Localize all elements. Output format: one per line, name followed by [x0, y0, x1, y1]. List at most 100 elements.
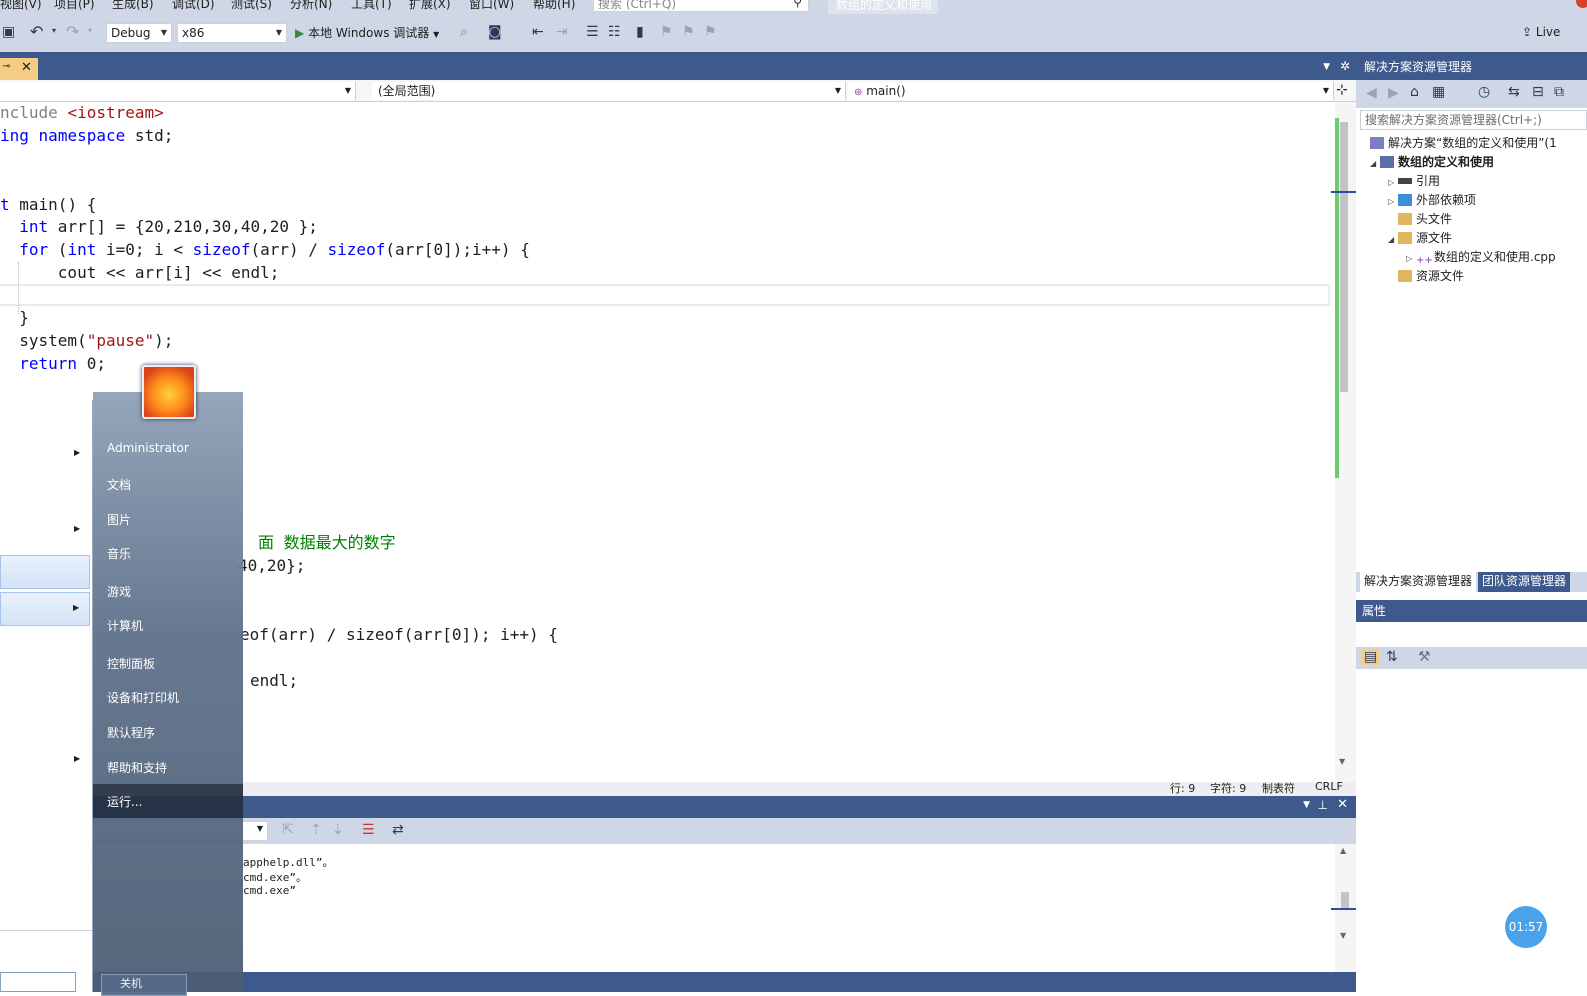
code-line: for (int i=0; i < sizeof(arr) / sizeof(a…	[19, 240, 530, 259]
code-line: system("pause");	[0, 331, 174, 350]
wrench-icon[interactable]: ⚒	[1418, 649, 1431, 665]
tab-overflow-icon[interactable]: ▼	[1323, 62, 1330, 72]
document-tab[interactable]: ⊸ ✕	[0, 58, 38, 80]
output-scrollbar[interactable]: ▲ ▼	[1331, 844, 1356, 972]
step-over-icon[interactable]: ⇥	[556, 24, 568, 40]
start-item-documents[interactable]: 文档	[107, 476, 131, 493]
screenshot-icon[interactable]: ◙	[488, 24, 502, 40]
step-icon[interactable]: ⇤	[532, 24, 544, 40]
menu-tools[interactable]: 工具(T)	[351, 0, 392, 12]
config-select[interactable]: Debug ▼	[106, 23, 172, 43]
start-item-games[interactable]: 游戏	[107, 583, 131, 600]
close-icon[interactable]: ✕	[1337, 797, 1348, 812]
tab-team-explorer[interactable]: 团队资源管理器	[1478, 572, 1571, 592]
code-line: int arr[] = {20,210,30,40,20 };	[19, 217, 318, 236]
tabs-indicator[interactable]: 制表符	[1262, 780, 1295, 796]
word-wrap-icon[interactable]: ⇄	[392, 822, 404, 838]
menu-help[interactable]: 帮助(H)	[533, 0, 575, 12]
uncomment-icon[interactable]: ☷	[608, 24, 621, 40]
comment-icon[interactable]: ☰	[586, 24, 599, 40]
search-input[interactable]: 搜索 (Ctrl+Q) ⚲	[593, 0, 809, 12]
prev-message-icon[interactable]: ⇡	[310, 822, 322, 838]
menu-test[interactable]: 测试(S)	[231, 0, 272, 12]
start-item-help[interactable]: 帮助和支持	[107, 759, 167, 776]
tree-node-source-files[interactable]: ◢ 源文件	[1388, 229, 1452, 249]
start-item-control-panel[interactable]: 控制面板	[107, 655, 155, 672]
back-icon[interactable]: ◀	[1366, 85, 1377, 101]
tree-node-cpp-file[interactable]: ▷ ++数组的定义和使用.cpp	[1406, 248, 1556, 268]
shutdown-button[interactable]: 关机	[101, 974, 187, 996]
pin-icon[interactable]: ⊥	[1318, 798, 1328, 812]
switch-view-icon[interactable]: ▦	[1432, 84, 1445, 100]
sync-icon[interactable]: ⇆	[1508, 84, 1520, 100]
redo-icon[interactable]: ↷	[66, 22, 79, 41]
scroll-down-icon[interactable]: ▼	[1339, 757, 1345, 766]
start-item-default-programs[interactable]: 默认程序	[107, 724, 155, 741]
tab-solution-explorer[interactable]: 解决方案资源管理器	[1360, 572, 1477, 592]
undo-dropdown-icon[interactable]: ▾	[52, 26, 56, 35]
scope-select[interactable]: (全局范围) ▼	[372, 82, 846, 100]
clear-bookmark-icon[interactable]: ⚑	[704, 24, 717, 40]
tree-node-references[interactable]: ▷ 引用	[1388, 172, 1440, 192]
notification-icon[interactable]	[1576, 0, 1587, 8]
start-debug-button[interactable]: ▶ 本地 Windows 调试器 ▼	[295, 23, 439, 43]
find-message-icon[interactable]: ⇱	[282, 822, 294, 838]
pending-changes-icon[interactable]: ◷	[1478, 84, 1490, 100]
start-item-devices[interactable]: 设备和打印机	[107, 689, 179, 706]
scrollbar-thumb[interactable]	[1341, 892, 1349, 908]
tree-node-project[interactable]: ◢ 数组的定义和使用	[1370, 153, 1494, 173]
program-item-highlighted[interactable]: ▶	[0, 592, 90, 626]
scrollbar-thumb[interactable]	[1340, 122, 1348, 392]
alphabetical-icon[interactable]: ⇅	[1386, 649, 1398, 665]
scroll-down-icon[interactable]: ▼	[1340, 931, 1346, 940]
bookmark-icon[interactable]: ▮	[636, 24, 644, 40]
project-select[interactable]: ▼	[0, 82, 356, 100]
close-icon[interactable]: ✕	[21, 60, 32, 75]
user-avatar[interactable]	[142, 365, 196, 419]
prev-bookmark-icon[interactable]: ⚑	[660, 24, 673, 40]
pin-icon[interactable]: ⊸	[2, 61, 10, 72]
menu-analyze[interactable]: 分析(N)	[290, 0, 332, 12]
split-icon[interactable]: ⊹	[1336, 82, 1348, 98]
gear-icon[interactable]: ✲	[1340, 59, 1350, 73]
eol-indicator[interactable]: CRLF	[1315, 780, 1343, 793]
show-all-files-icon[interactable]: ⧉	[1554, 84, 1564, 100]
start-item-music[interactable]: 音乐	[107, 545, 131, 562]
tree-node-header-files[interactable]: 头文件	[1398, 210, 1452, 228]
collapse-all-icon[interactable]: ⊟	[1532, 84, 1544, 100]
undo-icon[interactable]: ↶	[30, 22, 43, 41]
next-message-icon[interactable]: ⇣	[332, 822, 344, 838]
start-user-name[interactable]: Administrator	[107, 441, 189, 455]
member-select[interactable]: ⊛ main() ▼	[848, 82, 1334, 100]
scroll-up-icon[interactable]: ▲	[1340, 846, 1346, 855]
menu-debug[interactable]: 调试(D)	[172, 0, 215, 12]
start-item-computer[interactable]: 计算机	[107, 617, 143, 634]
program-item-highlighted[interactable]	[0, 555, 90, 589]
menu-project[interactable]: 项目(P)	[54, 0, 95, 12]
dropdown-icon[interactable]: ▼	[1303, 800, 1310, 810]
timer-badge[interactable]: 01:57	[1505, 906, 1547, 948]
menu-extensions[interactable]: 扩展(X)	[409, 0, 451, 12]
categorized-icon[interactable]: ▤	[1362, 649, 1380, 665]
redo-dropdown-icon[interactable]: ▾	[88, 26, 92, 35]
live-share-button[interactable]: ⇪ Live	[1522, 25, 1560, 39]
start-search-input[interactable]	[0, 972, 76, 992]
save-all-icon[interactable]: ▣	[2, 24, 15, 40]
next-bookmark-icon[interactable]: ⚑	[682, 24, 695, 40]
start-item-run[interactable]: 运行...	[107, 793, 142, 810]
tree-node-solution[interactable]: 解决方案“数组的定义和使用”(1	[1370, 134, 1557, 152]
menu-build[interactable]: 生成(B)	[112, 0, 154, 12]
editor-scrollbar[interactable]: ▼	[1331, 102, 1356, 782]
solution-search-input[interactable]: 搜索解决方案资源管理器(Ctrl+;)	[1360, 110, 1587, 130]
start-item-pictures[interactable]: 图片	[107, 511, 131, 528]
home-icon[interactable]: ⌂	[1410, 84, 1419, 100]
menu-view[interactable]: 视图(V)	[0, 0, 42, 12]
menu-window[interactable]: 窗口(W)	[469, 0, 514, 12]
clear-all-icon[interactable]: ☰	[362, 822, 375, 838]
tree-node-resource-files[interactable]: 资源文件	[1398, 267, 1464, 285]
platform-select[interactable]: x86 ▼	[177, 23, 287, 43]
forward-icon[interactable]: ▶	[1388, 85, 1399, 101]
find-icon[interactable]: ⌕	[460, 24, 468, 40]
submenu-arrow-icon: ▶	[74, 524, 81, 533]
tree-node-external-deps[interactable]: ▷ 外部依赖项	[1388, 191, 1476, 211]
